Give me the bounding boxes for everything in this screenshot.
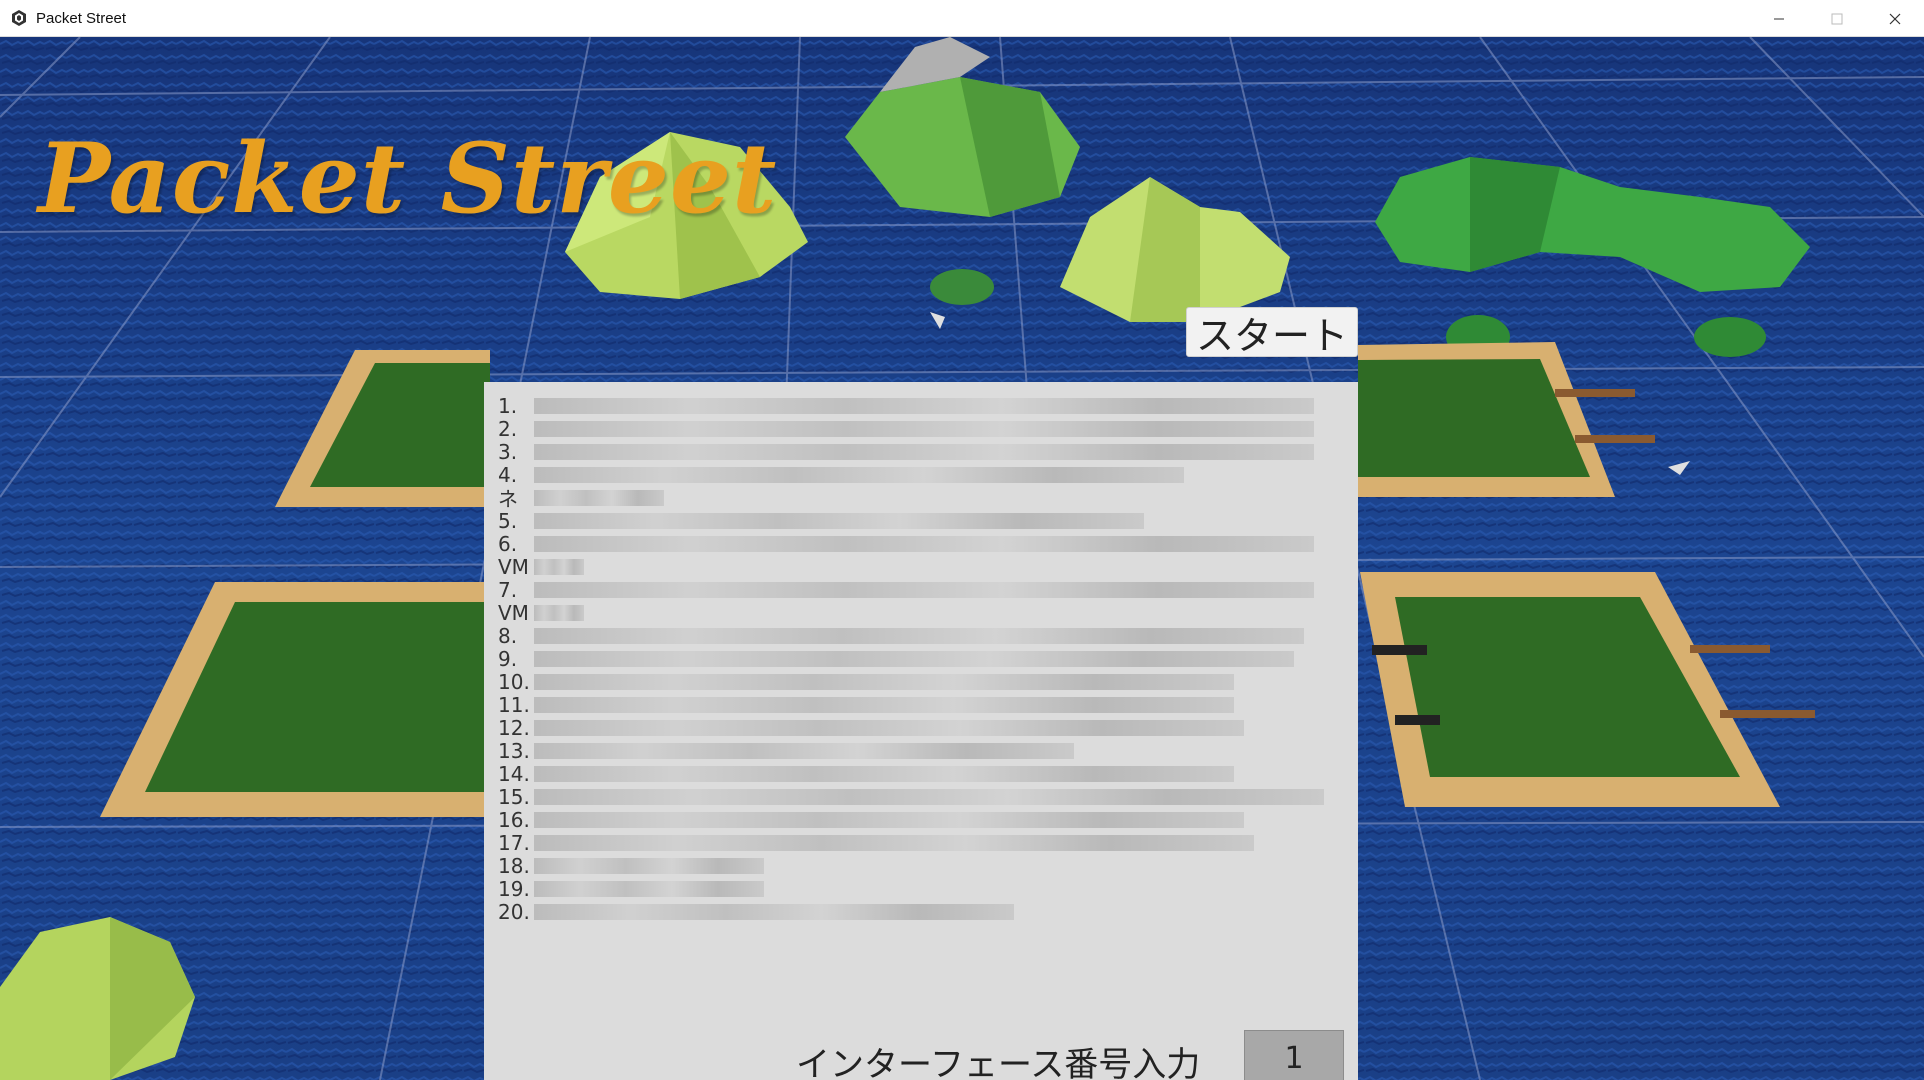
interface-list-item[interactable]: 6.	[498, 531, 1338, 556]
minimize-button[interactable]	[1750, 0, 1808, 37]
interface-list-number: VM	[498, 600, 529, 625]
redacted-text	[534, 489, 664, 506]
minimize-icon	[1774, 18, 1784, 19]
redacted-text	[534, 558, 584, 575]
window-titlebar[interactable]: Packet Street	[0, 0, 1924, 37]
game-logo: Packet Street	[38, 122, 778, 235]
interface-list-number: 16.	[498, 807, 530, 832]
interface-list-number: 7.	[498, 577, 518, 602]
close-icon	[1889, 13, 1901, 24]
interface-list-item[interactable]: 4.	[498, 463, 1338, 487]
redacted-text	[534, 811, 1244, 828]
maximize-icon	[1831, 13, 1843, 24]
interface-list-item[interactable]: ネ	[498, 486, 1338, 511]
redacted-text	[534, 443, 1314, 460]
interface-list-item[interactable]: 2.	[498, 416, 1338, 441]
window-controls	[1750, 0, 1924, 37]
redacted-text	[534, 512, 1144, 529]
redacted-text	[534, 673, 1234, 690]
interface-list-item[interactable]: 13.	[498, 738, 1338, 763]
start-button[interactable]: スタート	[1186, 307, 1358, 358]
interface-list-number: 20.	[498, 899, 530, 924]
interface-list-number: 10.	[498, 669, 530, 694]
interface-list-item[interactable]: 1.	[498, 393, 1338, 418]
interface-list-item[interactable]: 3.	[498, 439, 1338, 464]
redacted-text	[534, 788, 1324, 805]
redacted-text	[534, 650, 1294, 667]
interface-list-number: 5.	[498, 508, 518, 533]
interface-list-item[interactable]: 15.	[498, 784, 1338, 809]
interface-list-number: 17.	[498, 830, 530, 855]
redacted-text	[534, 765, 1234, 782]
interface-list-number: 1.	[498, 393, 518, 418]
interface-list-item[interactable]: 16.	[498, 807, 1338, 832]
redacted-text	[534, 719, 1244, 736]
interface-list-item[interactable]: 5.	[498, 508, 1338, 533]
game-viewport[interactable]: Packet Street スタート 1. 2. 3. 4. ネ 5. 6. VM 7. VM 8.…	[0, 37, 1924, 1080]
interface-number-label: インターフェース番号入力	[796, 1045, 1201, 1080]
interface-list-item[interactable]: 19.	[498, 876, 1338, 901]
interface-list-number: 15.	[498, 784, 530, 809]
interface-list-number: 9.	[498, 646, 518, 671]
redacted-text	[534, 857, 764, 874]
redacted-text	[534, 535, 1314, 552]
interface-list-item[interactable]: 8.	[498, 623, 1338, 648]
interface-list-item[interactable]: 9.	[498, 646, 1338, 671]
redacted-text	[534, 696, 1234, 713]
redacted-text	[534, 466, 1184, 483]
interface-number-input[interactable]: 1	[1244, 1030, 1344, 1080]
interface-list-item[interactable]: 10.	[498, 669, 1338, 694]
interface-list-number: 13.	[498, 738, 530, 763]
interface-panel: 1. 2. 3. 4. ネ 5. 6. VM 7. VM 8. 9. 10. 11. 12. 13. 14. 15…	[484, 382, 1358, 1080]
redacted-text	[534, 581, 1314, 598]
redacted-text	[534, 420, 1314, 437]
app-icon	[12, 10, 26, 26]
redacted-text	[534, 604, 584, 621]
window-title: Packet Street	[36, 9, 127, 27]
interface-list-item[interactable]: 20.	[498, 899, 1338, 924]
interface-list-item[interactable]: 17.	[498, 830, 1338, 855]
interface-list-number: 14.	[498, 761, 530, 786]
close-button[interactable]	[1866, 0, 1924, 37]
interface-list[interactable]: 1. 2. 3. 4. ネ 5. 6. VM 7. VM 8. 9. 10. 11. 12. 13. 14. 15…	[498, 393, 1338, 924]
redacted-text	[534, 834, 1254, 851]
redacted-text	[534, 742, 1074, 759]
redacted-text	[534, 903, 1014, 920]
interface-list-number: 19.	[498, 876, 530, 901]
interface-list-item[interactable]: 12.	[498, 715, 1338, 740]
redacted-text	[534, 397, 1314, 414]
redacted-text	[534, 627, 1304, 644]
interface-list-item[interactable]: 14.	[498, 761, 1338, 786]
interface-list-number: 2.	[498, 416, 518, 441]
island-small-1	[930, 269, 994, 305]
interface-list-number: 8.	[498, 623, 518, 648]
interface-list-number: 3.	[498, 439, 518, 464]
interface-list-number: 6.	[498, 531, 518, 556]
interface-list-number: VM	[498, 554, 529, 579]
interface-list-item[interactable]: 7.	[498, 577, 1338, 602]
interface-list-number: 11.	[498, 692, 530, 717]
interface-list-number: 12.	[498, 715, 530, 740]
interface-list-number: 18.	[498, 853, 530, 878]
interface-list-item[interactable]: 11.	[498, 692, 1338, 717]
maximize-button[interactable]	[1808, 0, 1866, 37]
interface-list-item[interactable]: VM	[498, 600, 1338, 625]
redacted-text	[534, 880, 764, 897]
island-small-3	[1694, 317, 1766, 357]
interface-list-item[interactable]: 18.	[498, 853, 1338, 878]
interface-list-item[interactable]: VM	[498, 554, 1338, 579]
